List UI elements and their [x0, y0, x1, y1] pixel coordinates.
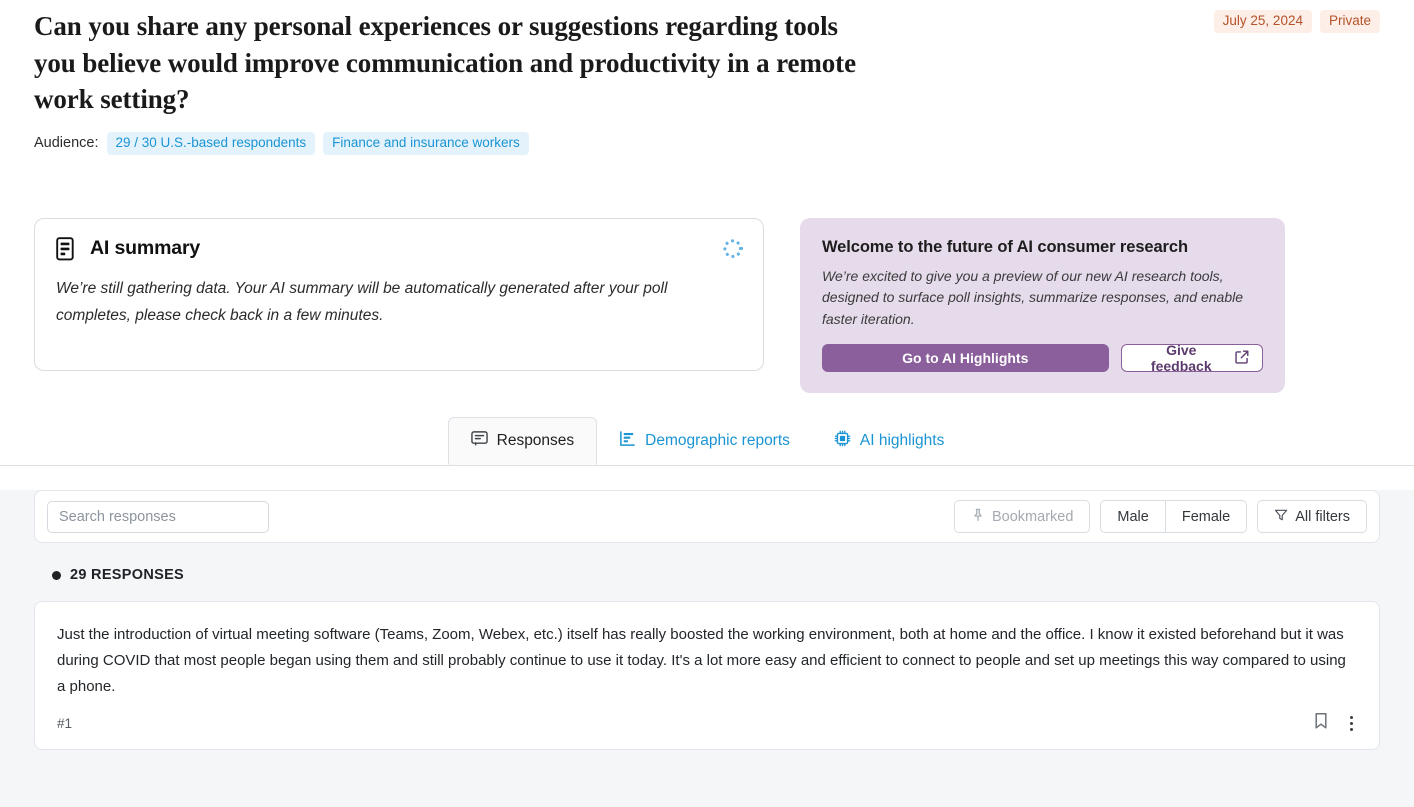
ai-summary-card: AI summary We’re still gathering data. Y…	[34, 217, 764, 371]
search-input[interactable]	[47, 500, 269, 533]
tab-demographic-reports-label: Demographic reports	[645, 432, 790, 449]
ai-chip-icon	[834, 430, 851, 452]
gender-filter-group: Male Female	[1100, 500, 1248, 533]
loading-spinner-icon	[723, 238, 743, 259]
audience-row: Audience: 29 / 30 U.S.-based respondents…	[34, 131, 1380, 155]
funnel-icon	[1274, 508, 1288, 526]
summary-cards-row: AI summary We’re still gathering data. Y…	[34, 217, 1380, 393]
response-count: 29 RESPONSES	[34, 567, 1380, 583]
bookmarked-filter-button[interactable]: Bookmarked	[954, 500, 1091, 533]
tab-bar: Responses Demographic reports AI highlig…	[0, 417, 1414, 466]
document-report-icon	[56, 236, 77, 261]
ai-summary-title: AI summary	[90, 237, 201, 259]
tab-ai-highlights[interactable]: AI highlights	[812, 417, 966, 465]
response-count-label: 29 RESPONSES	[70, 567, 185, 583]
promo-body: We’re excited to give you a preview of o…	[822, 267, 1244, 327]
responses-panel: Bookmarked Male Female All filters 29 RE…	[0, 490, 1414, 807]
filter-controls: Bookmarked Male Female All filters	[954, 500, 1367, 533]
page-title: Can you share any personal experiences o…	[34, 11, 856, 114]
status-dot-icon	[52, 570, 61, 580]
comment-icon	[470, 430, 488, 452]
bookmark-icon[interactable]	[1313, 712, 1329, 735]
tab-responses-label: Responses	[496, 432, 575, 449]
ai-promo-card: Welcome to the future of AI consumer res…	[800, 217, 1285, 393]
audience-label: Audience:	[34, 135, 99, 151]
audience-chip-segment[interactable]: Finance and insurance workers	[323, 131, 529, 155]
go-to-ai-highlights-button[interactable]: Go to AI Highlights	[822, 344, 1109, 372]
promo-actions: Go to AI Highlights Give feedback	[822, 342, 1263, 374]
audience-chip-respondents[interactable]: 29 / 30 U.S.-based respondents	[106, 131, 316, 155]
response-text: Just the introduction of virtual meeting…	[57, 626, 1346, 695]
meta-badges: July 25, 2024 Private	[1213, 10, 1380, 33]
filter-bar: Bookmarked Male Female All filters	[34, 490, 1380, 543]
ai-summary-header: AI summary	[56, 236, 742, 261]
all-filters-button[interactable]: All filters	[1257, 500, 1367, 533]
promo-title: Welcome to the future of AI consumer res…	[822, 237, 1188, 256]
response-card: Just the introduction of virtual meeting…	[34, 601, 1380, 750]
bar-chart-icon	[619, 430, 636, 452]
visibility-badge: Private	[1319, 10, 1380, 33]
female-filter-button[interactable]: Female	[1164, 500, 1248, 533]
kebab-menu-icon[interactable]	[1346, 714, 1357, 734]
pin-icon	[971, 508, 985, 526]
tab-responses[interactable]: Responses	[447, 417, 598, 465]
ai-summary-body: We’re still gathering data. Your AI summ…	[56, 279, 668, 324]
response-actions	[1313, 712, 1357, 735]
give-feedback-label: Give feedback	[1150, 342, 1212, 374]
response-number: #1	[57, 716, 73, 731]
male-filter-button[interactable]: Male	[1100, 500, 1166, 533]
give-feedback-button[interactable]: Give feedback	[1120, 342, 1263, 374]
bookmarked-filter-label: Bookmarked	[992, 508, 1074, 525]
poll-header-section: July 25, 2024 Private Can you share any …	[0, 0, 1414, 466]
date-badge: July 25, 2024	[1213, 10, 1312, 33]
response-footer: #1	[57, 712, 1357, 735]
tab-demographic-reports[interactable]: Demographic reports	[597, 417, 812, 465]
external-link-icon	[1235, 350, 1249, 367]
tab-ai-highlights-label: AI highlights	[859, 432, 945, 449]
all-filters-label: All filters	[1295, 508, 1350, 525]
